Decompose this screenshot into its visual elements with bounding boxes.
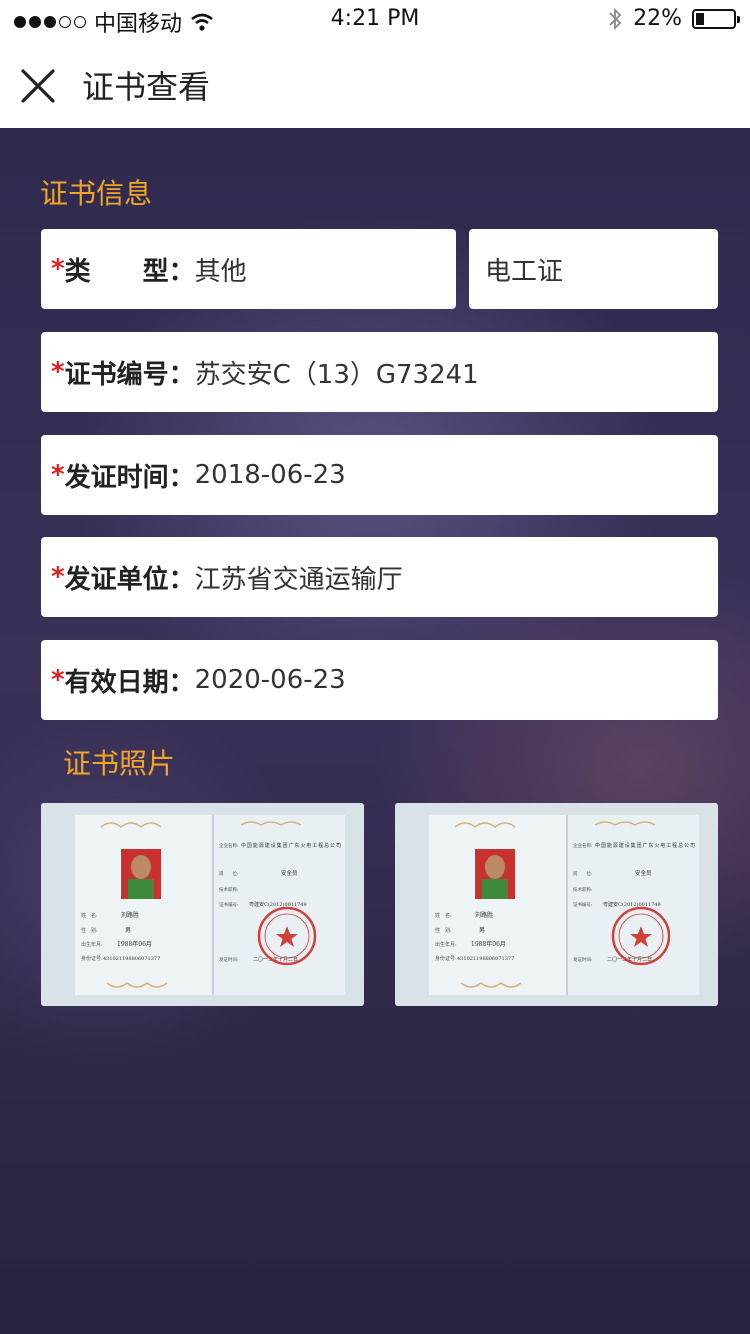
certificate-image: 姓 名: 刘路胜 性 别: 男 出生年月: 1988年06月 身份证号: 431…	[395, 803, 718, 1006]
field-issuer[interactable]: * 发证单位： 江苏省交通运输厅	[41, 537, 718, 617]
photo-title-label: 技术职称:	[573, 886, 593, 893]
field-label: 证书编号：	[64, 359, 195, 390]
status-bar: 中国移动 4:21 PM 22%	[0, 0, 750, 40]
photo-cert-no: 粤建安C(2012)0011749	[603, 901, 661, 908]
photo-birth: 1988年06月	[471, 940, 506, 948]
photo-name: 刘路胜	[121, 911, 139, 919]
section-title-info: 证书信息	[40, 177, 153, 210]
field-value: 电工证	[485, 256, 564, 287]
required-mark: *	[51, 562, 65, 592]
photo-gender: 男	[125, 927, 131, 934]
photo-issue-label: 发证时间:	[573, 956, 593, 963]
page-title: 证书查看	[82, 68, 211, 106]
photo-cert-no: 粤建安C(2012)0011749	[249, 901, 307, 908]
photo-cert-no-label: 证书编号:	[573, 901, 593, 908]
field-value: 江苏省交通运输厅	[194, 564, 403, 595]
field-type[interactable]: * 类 型： 其他	[41, 229, 456, 309]
photo-org-label: 企业名称:	[219, 842, 239, 849]
field-value: 2020-06-23	[194, 665, 346, 695]
field-label: 有效日期：	[64, 667, 195, 698]
photo-id: 431021198806071377	[457, 956, 514, 962]
battery-level	[696, 12, 704, 25]
battery-percent: 22%	[633, 6, 682, 31]
photo-name: 刘路胜	[475, 911, 493, 919]
photo-issue-label: 发证时间:	[219, 956, 239, 963]
required-mark: *	[51, 665, 65, 695]
photo-name-label: 姓 名:	[81, 912, 98, 919]
field-valid-date[interactable]: * 有效日期： 2020-06-23	[41, 640, 718, 720]
photo-org-name: 中国能源建设集团广东火电工程总公司	[595, 842, 695, 849]
photo-org-label: 企业名称:	[573, 842, 593, 849]
certificate-image: 姓 名: 刘路胜 性 别: 男 出生年月: 1988年06月 身份证号: 431…	[41, 803, 364, 1006]
main-content: 证书信息 * 类 型： 其他 电工证 * 证书编号： 苏交安C（13）G7324…	[0, 128, 750, 1334]
nav-bar: 证书查看	[0, 40, 750, 128]
photo-id-label: 身份证号:	[81, 955, 103, 962]
photo-id: 431021198806071377	[103, 956, 160, 962]
photo-post-label: 岗 位:	[219, 870, 239, 877]
close-icon	[21, 69, 55, 103]
photo-gender-label: 性 别:	[81, 927, 98, 934]
field-subtype[interactable]: 电工证	[469, 229, 718, 309]
bluetooth-icon	[609, 7, 622, 30]
photo-org-name: 中国能源建设集团广东火电工程总公司	[241, 842, 341, 849]
photo-id-label: 身份证号:	[435, 955, 457, 962]
section-title-photos: 证书照片	[63, 747, 176, 780]
status-right: 22%	[607, 6, 740, 31]
field-issue-date[interactable]: * 发证时间： 2018-06-23	[41, 435, 718, 515]
photo-post: 安全员	[635, 869, 652, 877]
required-mark: *	[51, 460, 65, 490]
required-mark: *	[51, 357, 65, 387]
field-value: 其他	[194, 256, 247, 287]
photo-gender-label: 性 别:	[435, 927, 452, 934]
photo-gender: 男	[479, 927, 485, 934]
photo-name-label: 姓 名:	[435, 912, 452, 919]
photo-birth: 1988年06月	[117, 940, 152, 948]
required-mark: *	[51, 254, 65, 284]
photo-post-label: 岗 位:	[573, 870, 593, 877]
field-cert-number[interactable]: * 证书编号： 苏交安C（13）G73241	[41, 332, 718, 412]
photo-birth-label: 出生年月:	[81, 941, 103, 948]
field-label: 发证单位：	[64, 564, 195, 595]
certificate-photo[interactable]: 姓 名: 刘路胜 性 别: 男 出生年月: 1988年06月 身份证号: 431…	[395, 803, 718, 1006]
field-value: 苏交安C（13）G73241	[194, 359, 479, 390]
field-label: 发证时间：	[64, 462, 195, 493]
certificate-photo[interactable]: 姓 名: 刘路胜 性 别: 男 出生年月: 1988年06月 身份证号: 431…	[41, 803, 364, 1006]
field-label: 类 型：	[64, 256, 195, 287]
battery-icon	[692, 8, 740, 29]
photo-birth-label: 出生年月:	[435, 941, 457, 948]
photo-post: 安全员	[281, 869, 298, 877]
photo-title-label: 技术职称:	[219, 886, 239, 893]
field-value: 2018-06-23	[194, 460, 346, 490]
photo-cert-no-label: 证书编号:	[219, 901, 239, 908]
close-button[interactable]	[18, 66, 58, 106]
